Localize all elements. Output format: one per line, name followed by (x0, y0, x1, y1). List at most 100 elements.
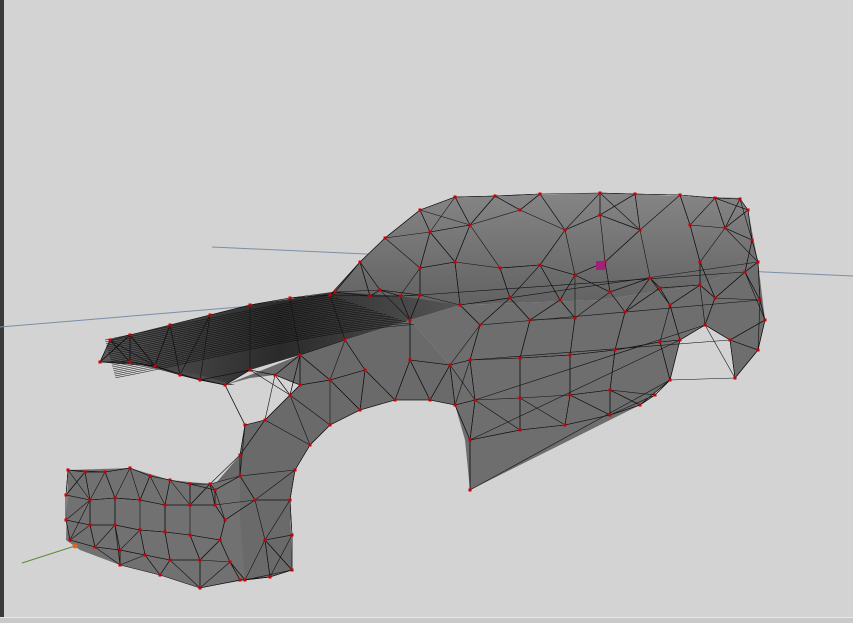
mesh-vertex[interactable] (298, 353, 302, 357)
mesh-vertex[interactable] (148, 474, 152, 478)
mesh-vertex[interactable] (468, 488, 472, 492)
mesh-vertex[interactable] (453, 403, 457, 407)
mesh-vertex[interactable] (763, 318, 767, 322)
mesh-vertex[interactable] (113, 496, 117, 500)
mesh-vertex[interactable] (118, 548, 122, 552)
mesh-vertex[interactable] (198, 378, 202, 382)
mesh-vertex[interactable] (83, 470, 87, 474)
mesh-vertex[interactable] (243, 578, 247, 582)
mesh-vertex[interactable] (298, 383, 302, 387)
mesh-vertex[interactable] (168, 323, 172, 327)
mesh-vertex[interactable] (638, 403, 642, 407)
mesh-vertex[interactable] (528, 318, 532, 322)
mesh-vertex[interactable] (473, 398, 477, 402)
mesh-vertex[interactable] (758, 298, 762, 302)
mesh-vertex[interactable] (118, 563, 122, 567)
mesh-vertex[interactable] (713, 296, 717, 300)
mesh-vertex[interactable] (378, 288, 382, 292)
mesh-vertex[interactable] (538, 192, 542, 196)
mesh-vertex[interactable] (238, 453, 242, 457)
mesh-vertex[interactable] (633, 192, 637, 196)
mesh-vertex[interactable] (563, 228, 567, 232)
mesh-vertex[interactable] (478, 323, 482, 327)
mesh-vertex[interactable] (648, 276, 652, 280)
mesh-vertex[interactable] (453, 260, 457, 264)
mesh-vertex[interactable] (733, 376, 737, 380)
mesh-vertex[interactable] (363, 368, 367, 372)
mesh-vertex[interactable] (163, 503, 167, 507)
mesh-vertex[interactable] (288, 498, 292, 502)
selected-vertex[interactable] (596, 261, 605, 270)
mesh-vertex[interactable] (88, 523, 92, 527)
mesh-vertex[interactable] (178, 373, 182, 377)
mesh-vertex[interactable] (408, 318, 412, 322)
mesh-vertex[interactable] (468, 358, 472, 362)
mesh-vertex[interactable] (208, 313, 212, 317)
mesh-vertex[interactable] (263, 418, 267, 422)
mesh-vertex[interactable] (243, 423, 247, 427)
mesh-vertex[interactable] (168, 478, 172, 482)
mesh-vertex[interactable] (623, 310, 627, 314)
mesh-vertex[interactable] (358, 408, 362, 412)
mesh-vertex[interactable] (328, 293, 332, 297)
mesh-vertex[interactable] (428, 230, 432, 234)
mesh-vertex[interactable] (248, 368, 252, 372)
mesh-vertex[interactable] (638, 228, 642, 232)
mesh-vertex[interactable] (518, 356, 522, 360)
mesh-vertex[interactable] (653, 393, 657, 397)
mesh-vertex[interactable] (563, 423, 567, 427)
mesh-vertex[interactable] (756, 260, 760, 264)
mesh-vertex[interactable] (128, 360, 132, 364)
mesh-vertex[interactable] (343, 338, 347, 342)
mesh-vertex[interactable] (66, 468, 70, 472)
mesh-vertex[interactable] (263, 538, 267, 542)
mesh-vertex[interactable] (158, 573, 162, 577)
mesh-vertex[interactable] (393, 398, 397, 402)
mesh-vertex[interactable] (98, 360, 102, 364)
mesh-vertex[interactable] (418, 266, 422, 270)
mesh-vertex[interactable] (328, 378, 332, 382)
mesh-vertex[interactable] (223, 518, 227, 522)
mesh-vertex[interactable] (608, 290, 612, 294)
mesh-vertex[interactable] (333, 290, 337, 294)
mesh-vertex[interactable] (713, 196, 717, 200)
mesh-vertex[interactable] (756, 348, 760, 352)
mesh-vertex[interactable] (358, 260, 362, 264)
mesh-vertex[interactable] (668, 303, 672, 307)
mesh-vertex[interactable] (398, 294, 402, 298)
mesh-vertex[interactable] (698, 283, 702, 287)
mesh-vertex[interactable] (128, 333, 132, 337)
mesh-vertex[interactable] (88, 498, 92, 502)
mesh-vertex[interactable] (688, 223, 692, 227)
mesh-vertex[interactable] (153, 364, 157, 368)
mesh-vertex[interactable] (568, 393, 572, 397)
mesh-vertex[interactable] (498, 266, 502, 270)
mesh-vertex[interactable] (328, 423, 332, 427)
mesh-vertex[interactable] (573, 273, 577, 277)
mesh-vertex[interactable] (448, 363, 452, 367)
mesh-vertex[interactable] (608, 413, 612, 417)
mesh-vertex[interactable] (198, 586, 202, 590)
mesh-vertex[interactable] (198, 558, 202, 562)
mesh-vertex[interactable] (228, 560, 232, 564)
mesh-vertex[interactable] (518, 428, 522, 432)
mesh-vertex[interactable] (538, 263, 542, 267)
mesh-vertex[interactable] (668, 378, 672, 382)
mesh-vertex[interactable] (138, 498, 142, 502)
mesh-vertex[interactable] (93, 545, 97, 549)
mesh-vertex[interactable] (238, 474, 242, 478)
mesh-vertex[interactable] (108, 338, 112, 342)
mesh-vertex[interactable] (218, 538, 222, 542)
mesh-vertex[interactable] (253, 498, 257, 502)
mesh-vertex[interactable] (728, 338, 732, 342)
mesh-vertex[interactable] (238, 578, 242, 582)
mesh-vertex[interactable] (223, 383, 227, 387)
mesh-vertex[interactable] (428, 398, 432, 402)
mesh-vertex[interactable] (248, 303, 252, 307)
mesh-vertex[interactable] (573, 316, 577, 320)
mesh-vertex[interactable] (64, 518, 68, 522)
mesh-vertex[interactable] (598, 213, 602, 217)
mesh-vertex[interactable] (113, 523, 117, 527)
mesh-vertex[interactable] (208, 482, 212, 486)
mesh-vertex[interactable] (368, 294, 372, 298)
